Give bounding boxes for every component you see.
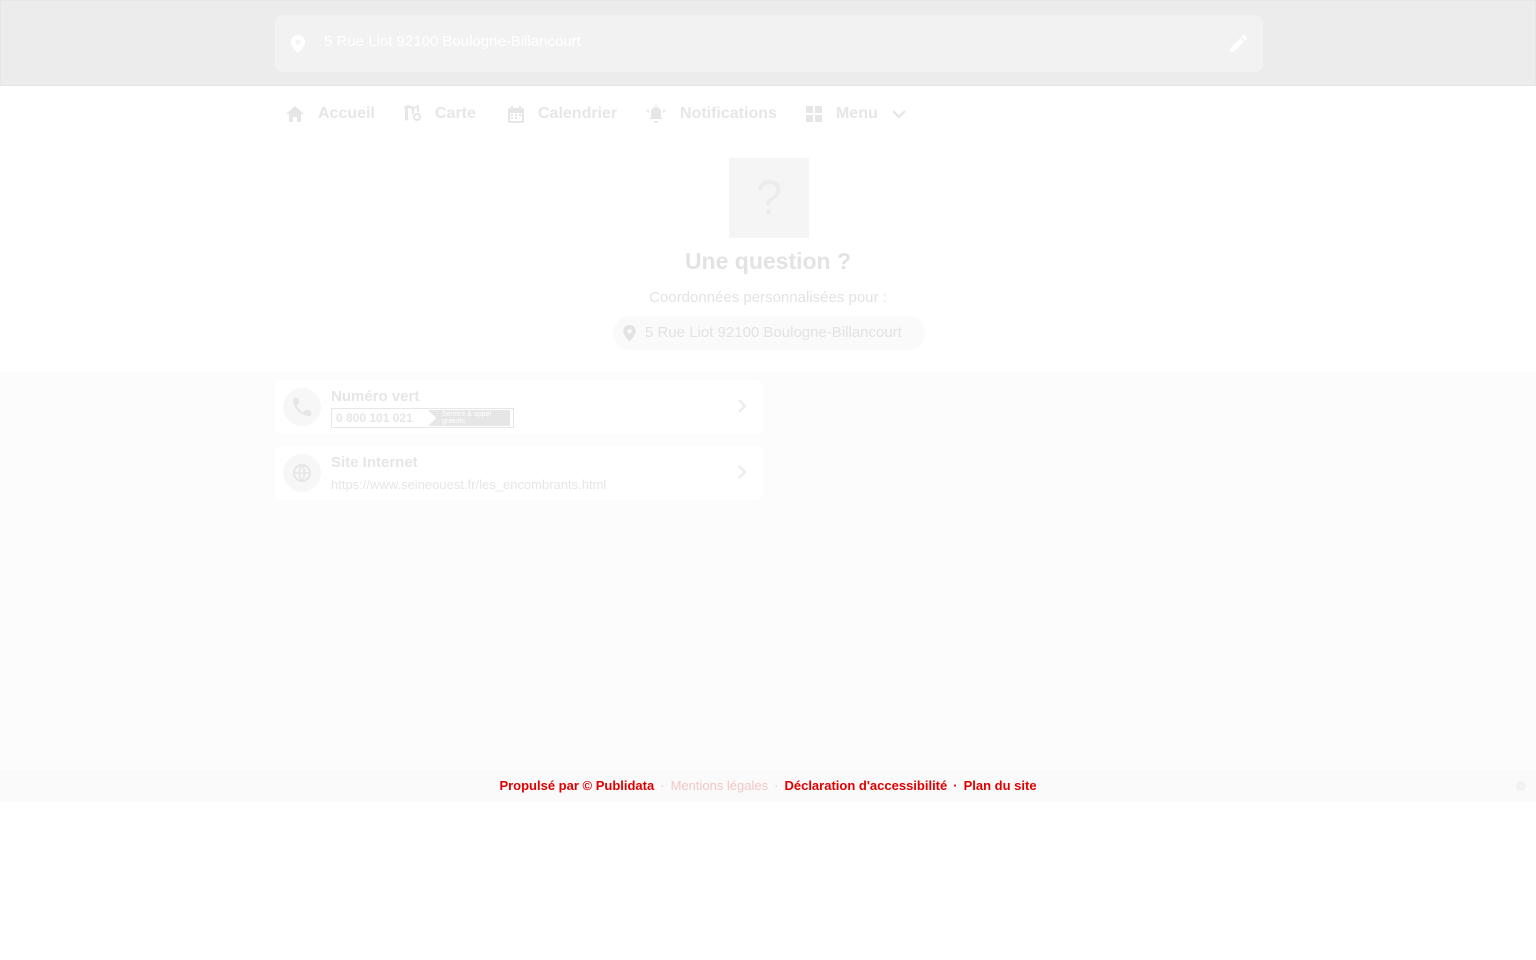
page-title: Une question ? [684,248,852,274]
home-icon [286,106,304,122]
grid-icon [806,106,822,122]
footer-separator: · [953,778,958,793]
footer-separator: · [660,778,665,793]
free-call-tag: Service & appel gratuits [428,410,510,426]
main-nav: Accueil Carte Calendrier Notifications M… [0,86,1536,142]
website-url[interactable]: https://www.seineouest.fr/les_encombrant… [331,477,606,492]
chevron-down-icon [892,109,906,119]
calendar-icon [508,105,524,123]
location-pin-icon [291,35,305,58]
nav-label: Carte [435,105,476,122]
nav-label: Menu [836,105,878,122]
phone-icon [283,388,321,426]
footer: Propulsé par © Publidata · Mentions légale… [0,770,1536,802]
address-chip: 5 Rue Liot 92100 Boulogne-Billancourt [613,316,925,350]
nav-item-accueil[interactable]: Accueil [286,86,375,142]
footer-link-mentions[interactable]: Mentions légales [671,778,769,793]
address-bar[interactable]: 5 Rue Liot 92100 Boulogne-Billancourt [275,15,1263,72]
nav-item-calendrier[interactable]: Calendrier [508,86,617,142]
footer-link-publidata[interactable]: Propulsé par © Publidata [499,778,654,793]
status-dot-icon [1516,781,1526,791]
chevron-right-icon [737,398,747,419]
footer-separator: · [774,778,779,793]
question-mark-icon: ? [729,158,809,238]
nav-label: Calendrier [538,105,618,122]
top-header: 5 Rue Liot 92100 Boulogne-Billancourt [0,0,1536,86]
footer-link-plan[interactable]: Plan du site [964,778,1037,793]
nav-item-carte[interactable]: Carte [403,86,476,142]
contact-list: Numéro vert 0 800 101 021 Service & appe… [0,372,1536,770]
footer-links: Propulsé par © Publidata · Mentions légale… [0,778,1536,793]
bell-alert-icon [646,105,666,123]
phone-badge: 0 800 101 021 Service & appel gratuits [331,408,514,428]
phone-number: 0 800 101 021 [336,411,413,425]
question-hero: ? Une question ? Coordonnées personnalis… [0,142,1536,372]
nav-item-notifications[interactable]: Notifications [646,86,777,142]
map-icon [403,105,421,123]
card-site-internet[interactable]: Site Internet https://www.seineouest.fr/… [275,446,763,500]
address-text: 5 Rue Liot 92100 Boulogne-Billancourt [324,33,581,50]
chevron-right-icon [737,464,747,485]
card-numero-vert[interactable]: Numéro vert 0 800 101 021 Service & appe… [275,380,763,434]
address-chip-text: 5 Rue Liot 92100 Boulogne-Billancourt [645,324,902,341]
globe-icon [283,454,321,492]
footer-link-accessibilite[interactable]: Déclaration d'accessibilité [784,778,947,793]
card-title: Site Internet [331,454,418,471]
location-pin-icon [623,325,636,346]
nav-label: Accueil [318,105,375,122]
pencil-icon[interactable] [1230,35,1247,57]
nav-item-menu[interactable]: Menu [806,86,906,142]
page-subtitle: Coordonnées personnalisées pour : [649,289,887,306]
nav-label: Notifications [680,105,777,122]
card-title: Numéro vert [331,388,420,405]
